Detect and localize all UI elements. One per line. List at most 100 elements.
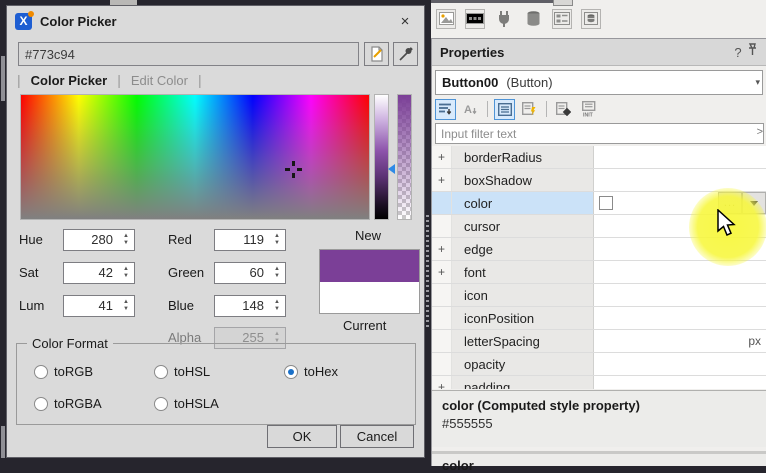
- init-icon[interactable]: INIT: [578, 99, 599, 120]
- eyedropper-button[interactable]: [393, 42, 418, 66]
- table-row-cursor[interactable]: cursor: [432, 215, 766, 238]
- form-list-icon[interactable]: [552, 9, 572, 29]
- app-logo-icon: X: [15, 13, 32, 30]
- splitter-grip[interactable]: [426, 215, 429, 330]
- close-icon[interactable]: ×: [394, 13, 416, 30]
- copy-color-button[interactable]: [364, 42, 389, 66]
- show-all-properties-icon[interactable]: [494, 99, 515, 120]
- color-checkbox[interactable]: [599, 196, 613, 210]
- scrollbar-thumb[interactable]: [1, 56, 5, 101]
- expand-icon[interactable]: +: [432, 238, 452, 260]
- sat-label: Sat: [19, 262, 39, 284]
- ellipsis-button[interactable]: ...: [718, 192, 742, 214]
- expand-icon[interactable]: [432, 284, 452, 306]
- expand-icon[interactable]: [432, 330, 452, 352]
- table-row-iconPosition[interactable]: iconPosition: [432, 307, 766, 330]
- green-stepper[interactable]: 60 ▲▼: [214, 262, 286, 284]
- tab-color-picker[interactable]: Color Picker: [31, 73, 108, 88]
- expand-icon[interactable]: +: [432, 376, 452, 389]
- red-stepper[interactable]: 119 ▲▼: [214, 229, 286, 251]
- expand-icon[interactable]: +: [432, 261, 452, 283]
- luminance-slider[interactable]: [374, 94, 389, 220]
- dropdown-arrow-button[interactable]: [742, 192, 766, 214]
- hue-stepper[interactable]: 280 ▲▼: [63, 229, 135, 251]
- sat-stepper[interactable]: 42 ▲▼: [63, 262, 135, 284]
- scrollbar-thumb[interactable]: [1, 426, 5, 458]
- tab-edit-color[interactable]: Edit Color: [131, 73, 188, 88]
- table-row-edge[interactable]: + edge: [432, 238, 766, 261]
- new-swatch-label: New: [355, 228, 381, 243]
- image-icon[interactable]: [436, 9, 456, 29]
- expand-icon[interactable]: [432, 215, 452, 237]
- filter-chevron-icon[interactable]: >: [757, 126, 763, 138]
- blue-stepper[interactable]: 148 ▲▼: [214, 295, 286, 317]
- table-row-color[interactable]: color ...: [432, 192, 766, 215]
- color-picker-dialog: X Color Picker × | Color Picker | Edit C…: [6, 5, 425, 458]
- color-crosshair-marker[interactable]: [285, 161, 302, 178]
- ok-button[interactable]: OK: [267, 425, 337, 448]
- table-row-padding[interactable]: + padding: [432, 376, 766, 389]
- hex-color-input[interactable]: [18, 42, 359, 66]
- table-row-letterSpacing[interactable]: letterSpacing px: [432, 330, 766, 353]
- property-grid: + borderRadius + boxShadow color ...: [432, 146, 766, 389]
- expand-icon[interactable]: +: [432, 146, 452, 168]
- current-color-swatch: [320, 282, 419, 314]
- color-preview-swatch: [319, 249, 420, 314]
- dialog-titlebar[interactable]: X Color Picker ×: [7, 6, 424, 36]
- app-toolbar: [431, 0, 766, 37]
- radio-icon[interactable]: [154, 397, 168, 411]
- plug-icon[interactable]: [494, 9, 514, 29]
- filter-input[interactable]: [435, 123, 764, 144]
- radio-tohsla[interactable]: toHSLA: [154, 396, 219, 411]
- help-icon[interactable]: ?: [729, 45, 747, 60]
- properties-header: Properties ?: [432, 39, 766, 66]
- expand-icon[interactable]: +: [432, 169, 452, 191]
- stepper-arrows[interactable]: ▲▼: [118, 263, 134, 283]
- events-icon[interactable]: [519, 99, 540, 120]
- luminance-marker-icon[interactable]: [388, 164, 395, 174]
- radio-torgba[interactable]: toRGBA: [34, 396, 102, 411]
- alphabetical-sort-icon[interactable]: A: [460, 99, 481, 120]
- cancel-button[interactable]: Cancel: [340, 425, 414, 448]
- object-name: Button00: [442, 75, 498, 90]
- chevron-down-icon[interactable]: ▾: [755, 77, 760, 88]
- radio-icon[interactable]: [284, 365, 298, 379]
- stepper-arrows[interactable]: ▲▼: [118, 296, 134, 316]
- alpha-slider[interactable]: [397, 94, 412, 220]
- selected-object-row[interactable]: Button00 (Button) ▾: [435, 70, 763, 95]
- reset-property-icon[interactable]: [553, 99, 574, 120]
- expand-icon[interactable]: [432, 307, 452, 329]
- table-row-boxShadow[interactable]: + boxShadow: [432, 169, 766, 192]
- radio-torgb[interactable]: toRGB: [34, 364, 93, 379]
- storage-box-icon[interactable]: [581, 9, 601, 29]
- hue-label: Hue: [19, 229, 43, 251]
- radio-icon[interactable]: [34, 365, 48, 379]
- table-row-font[interactable]: + font: [432, 261, 766, 284]
- color-format-group: Color Format toRGB toHSL toHex toRGBA to…: [16, 343, 416, 425]
- ellipsis-box-icon[interactable]: [465, 9, 485, 29]
- object-type: (Button): [506, 75, 552, 90]
- radio-tohsl[interactable]: toHSL: [154, 364, 210, 379]
- expand-icon[interactable]: [432, 353, 452, 375]
- table-row-icon[interactable]: icon: [432, 284, 766, 307]
- stepper-arrows[interactable]: ▲▼: [269, 263, 285, 283]
- expand-icon[interactable]: [432, 192, 452, 214]
- lum-stepper[interactable]: 41 ▲▼: [63, 295, 135, 317]
- unit-label[interactable]: px: [594, 330, 766, 352]
- table-row-opacity[interactable]: opacity: [432, 353, 766, 376]
- radio-icon[interactable]: [34, 397, 48, 411]
- stepper-arrows[interactable]: ▲▼: [269, 296, 285, 316]
- saturation-hue-gradient[interactable]: [20, 94, 370, 220]
- radio-tohex[interactable]: toHex: [284, 364, 338, 379]
- stepper-arrows[interactable]: ▲▼: [269, 230, 285, 250]
- radio-icon[interactable]: [154, 365, 168, 379]
- properties-toolbar: A INIT: [435, 98, 599, 120]
- properties-dock: Properties ? Button00 (Button) ▾ A: [431, 38, 766, 466]
- trash-cylinder-icon[interactable]: [523, 9, 543, 29]
- categorized-sort-icon[interactable]: [435, 99, 456, 120]
- pin-icon[interactable]: [747, 43, 758, 61]
- panel-title: Properties: [440, 45, 504, 60]
- stepper-arrows[interactable]: ▲▼: [118, 230, 134, 250]
- table-row-borderRadius[interactable]: + borderRadius: [432, 146, 766, 169]
- properties-panel: Properties ? Button00 (Button) ▾ A: [431, 0, 766, 466]
